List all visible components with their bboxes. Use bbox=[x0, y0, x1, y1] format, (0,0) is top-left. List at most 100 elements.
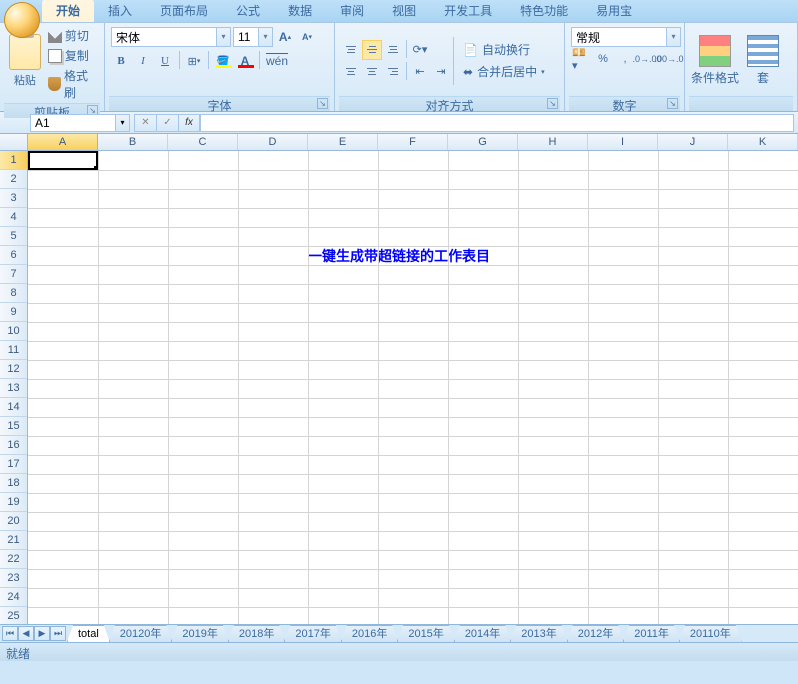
col-header-d[interactable]: D bbox=[238, 134, 308, 150]
row-header-15[interactable]: 15 bbox=[0, 417, 27, 436]
row-header-24[interactable]: 24 bbox=[0, 588, 27, 607]
tab-layout[interactable]: 页面布局 bbox=[146, 0, 222, 22]
increase-indent-button[interactable]: ⇥ bbox=[431, 62, 451, 82]
col-header-f[interactable]: F bbox=[378, 134, 448, 150]
row-header-22[interactable]: 22 bbox=[0, 550, 27, 569]
tab-eyb[interactable]: 易用宝 bbox=[582, 0, 646, 22]
col-header-h[interactable]: H bbox=[518, 134, 588, 150]
select-all-corner[interactable] bbox=[0, 134, 28, 150]
sheet-tab[interactable]: 2015年 bbox=[397, 625, 454, 642]
last-sheet-button[interactable]: ⏭ bbox=[50, 626, 66, 641]
row-header-21[interactable]: 21 bbox=[0, 531, 27, 550]
tab-insert[interactable]: 插入 bbox=[94, 0, 146, 22]
phonetic-button[interactable]: wén bbox=[264, 51, 290, 71]
decrease-indent-button[interactable]: ⇤ bbox=[410, 62, 430, 82]
sheet-tab[interactable]: 20120年 bbox=[109, 625, 173, 642]
wrap-text-button[interactable]: 📄自动换行 bbox=[456, 40, 552, 60]
cancel-formula-button[interactable]: ✕ bbox=[134, 114, 156, 132]
enter-formula-button[interactable]: ✓ bbox=[156, 114, 178, 132]
office-button[interactable] bbox=[4, 2, 40, 38]
paste-button[interactable]: 粘贴 bbox=[6, 32, 44, 97]
align-top-button[interactable] bbox=[341, 40, 361, 60]
col-header-i[interactable]: I bbox=[588, 134, 658, 150]
sheet-tab[interactable]: 20110年 bbox=[679, 625, 742, 642]
formula-input[interactable] bbox=[200, 114, 794, 132]
sheet-tab[interactable]: 2012年 bbox=[567, 625, 624, 642]
font-size-combo[interactable]: 11▾ bbox=[233, 27, 273, 47]
underline-button[interactable]: U bbox=[155, 51, 175, 71]
align-middle-button[interactable] bbox=[362, 40, 382, 60]
row-header-17[interactable]: 17 bbox=[0, 455, 27, 474]
row-header-10[interactable]: 10 bbox=[0, 322, 27, 341]
border-button[interactable]: ⊞▾ bbox=[184, 51, 204, 71]
sheet-tab[interactable]: 2016年 bbox=[341, 625, 398, 642]
percent-button[interactable]: % bbox=[593, 49, 613, 69]
row-header-3[interactable]: 3 bbox=[0, 189, 27, 208]
merge-center-button[interactable]: ⬌合并后居中▾ bbox=[456, 62, 552, 82]
fill-color-button[interactable]: 🪣 bbox=[213, 51, 233, 71]
align-center-button[interactable] bbox=[362, 62, 382, 82]
row-header-19[interactable]: 19 bbox=[0, 493, 27, 512]
sheet-tab[interactable]: total bbox=[67, 625, 110, 642]
number-format-combo[interactable]: 常规▾ bbox=[571, 27, 681, 47]
col-header-c[interactable]: C bbox=[168, 134, 238, 150]
align-bottom-button[interactable] bbox=[383, 40, 403, 60]
cells-grid[interactable]: 一键生成带超链接的工作表目 bbox=[28, 151, 798, 624]
row-header-7[interactable]: 7 bbox=[0, 265, 27, 284]
first-sheet-button[interactable]: ⏮ bbox=[2, 626, 18, 641]
align-left-button[interactable] bbox=[341, 62, 361, 82]
name-box[interactable]: A1▾ bbox=[30, 114, 130, 132]
number-launcher[interactable]: ↘ bbox=[667, 98, 678, 109]
row-header-11[interactable]: 11 bbox=[0, 341, 27, 360]
row-header-1[interactable]: 1 bbox=[0, 151, 27, 170]
currency-button[interactable]: 💴▾ bbox=[571, 49, 591, 69]
italic-button[interactable]: I bbox=[133, 51, 153, 71]
prev-sheet-button[interactable]: ◀ bbox=[18, 626, 34, 641]
sheet-tab[interactable]: 2013年 bbox=[510, 625, 567, 642]
tab-data[interactable]: 数据 bbox=[274, 0, 326, 22]
align-right-button[interactable] bbox=[383, 62, 403, 82]
orientation-button[interactable]: ⟳▾ bbox=[410, 40, 430, 60]
sheet-tab[interactable]: 2019年 bbox=[171, 625, 228, 642]
font-color-button[interactable]: A bbox=[235, 51, 255, 71]
grow-font-button[interactable]: A▴ bbox=[275, 27, 295, 47]
copy-button[interactable]: 复制 bbox=[48, 47, 98, 64]
cut-button[interactable]: 剪切 bbox=[48, 27, 98, 44]
col-header-k[interactable]: K bbox=[728, 134, 798, 150]
bold-button[interactable]: B bbox=[111, 51, 131, 71]
next-sheet-button[interactable]: ▶ bbox=[34, 626, 50, 641]
conditional-format-button[interactable]: 条件格式 bbox=[691, 35, 739, 86]
row-header-20[interactable]: 20 bbox=[0, 512, 27, 531]
row-header-8[interactable]: 8 bbox=[0, 284, 27, 303]
align-launcher[interactable]: ↘ bbox=[547, 98, 558, 109]
sheet-tab[interactable]: 2011年 bbox=[623, 625, 680, 642]
row-header-13[interactable]: 13 bbox=[0, 379, 27, 398]
tab-home[interactable]: 开始 bbox=[42, 0, 94, 22]
tab-review[interactable]: 审阅 bbox=[326, 0, 378, 22]
row-header-4[interactable]: 4 bbox=[0, 208, 27, 227]
row-header-12[interactable]: 12 bbox=[0, 360, 27, 379]
row-header-9[interactable]: 9 bbox=[0, 303, 27, 322]
sheet-tab[interactable]: 2017年 bbox=[284, 625, 341, 642]
col-header-j[interactable]: J bbox=[658, 134, 728, 150]
decrease-decimal-button[interactable]: .00→.0 bbox=[659, 49, 679, 69]
active-cell[interactable] bbox=[28, 151, 98, 170]
row-header-6[interactable]: 6 bbox=[0, 246, 27, 265]
insert-function-button[interactable]: fx bbox=[178, 114, 200, 132]
row-header-5[interactable]: 5 bbox=[0, 227, 27, 246]
tab-special[interactable]: 特色功能 bbox=[506, 0, 582, 22]
row-header-2[interactable]: 2 bbox=[0, 170, 27, 189]
col-header-b[interactable]: B bbox=[98, 134, 168, 150]
format-table-button[interactable]: 套 bbox=[739, 35, 787, 86]
font-launcher[interactable]: ↘ bbox=[317, 98, 328, 109]
format-painter-button[interactable]: 格式刷 bbox=[48, 67, 98, 101]
sheet-tab[interactable]: 2018年 bbox=[228, 625, 285, 642]
row-header-25[interactable]: 25 bbox=[0, 607, 27, 624]
col-header-a[interactable]: A bbox=[28, 134, 98, 150]
row-header-14[interactable]: 14 bbox=[0, 398, 27, 417]
row-header-23[interactable]: 23 bbox=[0, 569, 27, 588]
sheet-tab[interactable]: 2014年 bbox=[454, 625, 511, 642]
tab-formula[interactable]: 公式 bbox=[222, 0, 274, 22]
row-header-18[interactable]: 18 bbox=[0, 474, 27, 493]
col-header-e[interactable]: E bbox=[308, 134, 378, 150]
